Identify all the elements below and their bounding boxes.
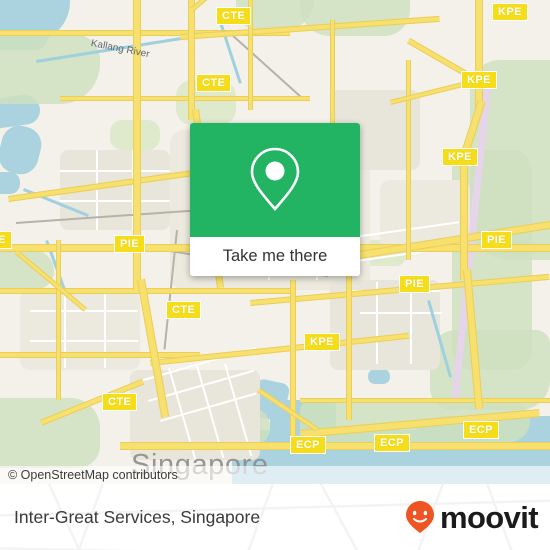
moovit-wordmark: moovit	[439, 499, 539, 535]
moovit-map-screenshot: CTE KPE CTE KPE KPE E PIE PIE PIE CTE KP…	[0, 0, 550, 550]
osm-attribution[interactable]: © OpenStreetMap contributors	[0, 466, 550, 484]
place-title: Inter-Great Services, Singapore	[14, 506, 261, 527]
arterial-vertical-far-east[interactable]	[406, 60, 411, 260]
shield-ecp-2: ECP	[374, 434, 410, 452]
park-west-mid	[0, 250, 54, 290]
expressway-cte-branch[interactable]	[188, 0, 195, 120]
minor-street	[60, 170, 170, 172]
minor-street	[60, 200, 170, 202]
expressway-kpe-lower[interactable]	[460, 160, 468, 280]
place-card-popup[interactable]: Take me there	[190, 123, 360, 276]
map-canvas[interactable]: CTE KPE CTE KPE KPE E PIE PIE PIE CTE KP…	[0, 0, 550, 484]
water-body-southwest	[0, 172, 20, 194]
shield-ecp-1: ECP	[290, 436, 326, 454]
shield-ecp-3: ECP	[463, 421, 499, 439]
park-northeast-corridor	[300, 0, 410, 36]
bottom-info-bar: Inter-Great Services, Singapore moovit	[0, 484, 550, 550]
arterial-east-coast-link[interactable]	[300, 398, 550, 403]
shield-cte-3: CTE	[166, 301, 202, 319]
shield-kpe-2: KPE	[461, 71, 497, 89]
shield-pie-2: PIE	[399, 275, 430, 293]
shield-kpe-3: KPE	[442, 148, 478, 166]
shield-cte-2: CTE	[196, 74, 232, 92]
expressway-kpe[interactable]	[475, 0, 483, 110]
minor-street	[30, 340, 138, 342]
moovit-smiley-pin-icon	[405, 501, 434, 533]
take-me-there-label: Take me there	[222, 247, 328, 265]
shield-cte-1: CTE	[216, 7, 252, 25]
shield-pie-3: PIE	[481, 231, 512, 249]
arterial-north-2[interactable]	[60, 96, 310, 101]
shield-kpe-4: KPE	[304, 333, 340, 351]
shield-cte-4: CTE	[102, 393, 138, 411]
park-southwest	[0, 398, 100, 468]
moovit-logo[interactable]: moovit	[405, 484, 539, 550]
shield-kpe-1: KPE	[492, 3, 528, 21]
shield-pie-left-edge: E	[0, 231, 12, 249]
place-card-image	[190, 123, 360, 237]
park-northwest	[0, 34, 100, 104]
location-pin-icon	[250, 147, 300, 211]
water-body-east-pond	[368, 369, 390, 384]
minor-street	[410, 282, 412, 364]
shield-pie-1: PIE	[114, 235, 145, 253]
arterial-vertical-west[interactable]	[56, 240, 61, 400]
place-card-footer[interactable]: Take me there	[190, 237, 360, 276]
